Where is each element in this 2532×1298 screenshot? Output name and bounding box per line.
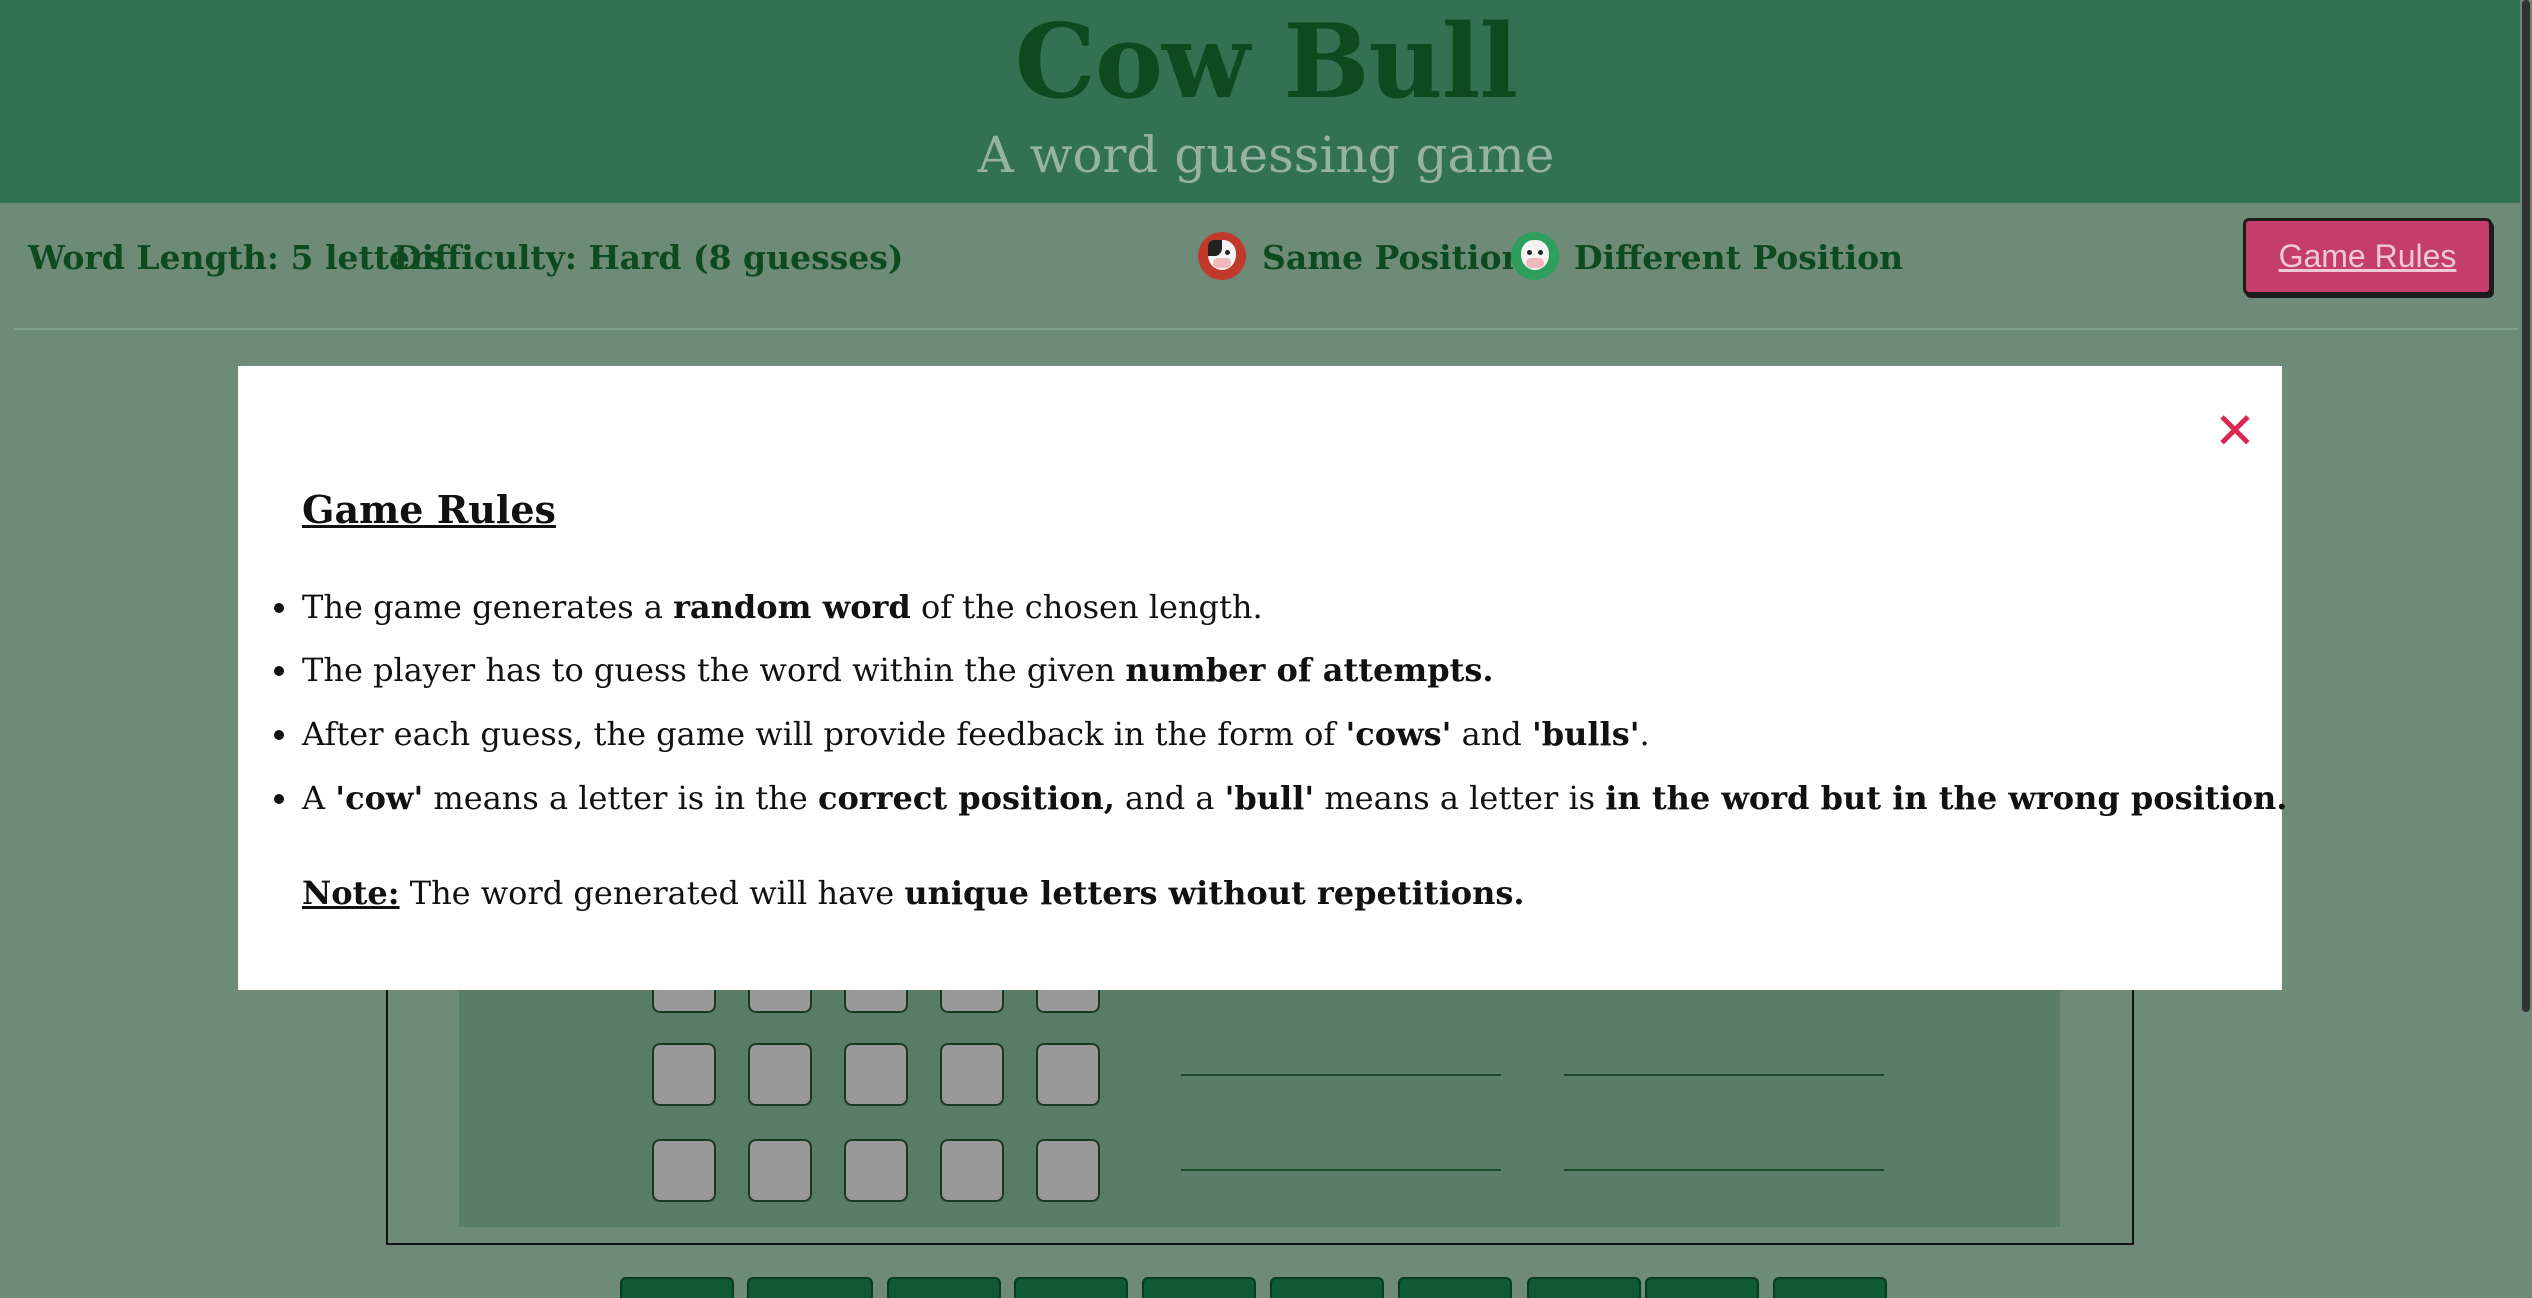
page-subtitle: A word guessing game	[977, 126, 1555, 184]
feedback-line	[1564, 1074, 1884, 1076]
divider	[14, 328, 2518, 330]
rule-item: After each guess, the game will provide …	[274, 711, 1650, 757]
word-length-label: Word Length: 5 letters	[28, 238, 446, 277]
keyboard-key[interactable]	[747, 1277, 873, 1298]
game-rules-button[interactable]: Game Rules	[2243, 218, 2492, 295]
keyboard-key[interactable]	[1014, 1277, 1128, 1298]
feedback-line	[1181, 1074, 1501, 1076]
note-label: Note:	[302, 874, 400, 912]
letter-cell[interactable]	[652, 1043, 716, 1106]
keyboard-key[interactable]	[1398, 1277, 1512, 1298]
modal-title: Game Rules	[302, 487, 556, 532]
cow-icon	[1511, 232, 1559, 280]
bull-icon	[1198, 232, 1246, 280]
keyboard-key[interactable]	[620, 1277, 734, 1298]
letter-cell[interactable]	[1036, 1043, 1100, 1106]
keyboard-key[interactable]	[1270, 1277, 1384, 1298]
keyboard-key[interactable]	[1142, 1277, 1256, 1298]
legend-different-position: Different Position	[1574, 238, 1904, 277]
keyboard-key[interactable]	[887, 1277, 1001, 1298]
letter-cell[interactable]	[1036, 1139, 1100, 1202]
feedback-line	[1564, 1169, 1884, 1171]
letter-cell[interactable]	[652, 1139, 716, 1202]
rule-item: A 'cow' means a letter is in the correct…	[273, 775, 2287, 821]
keyboard-key[interactable]	[1645, 1277, 1759, 1298]
letter-cell[interactable]	[748, 1043, 812, 1106]
header: Cow Bull A word guessing game	[0, 0, 2532, 203]
letter-cell[interactable]	[748, 1139, 812, 1202]
close-icon[interactable]: ✕	[2210, 406, 2260, 456]
letter-cell[interactable]	[940, 1043, 1004, 1106]
keyboard-key[interactable]	[1527, 1277, 1641, 1298]
rules-note: Note: The word generated will have uniqu…	[302, 874, 1525, 912]
rule-item: The game generates a random word of the …	[274, 584, 1263, 630]
feedback-line	[1181, 1169, 1501, 1171]
page-title: Cow Bull	[1014, 2, 1518, 122]
letter-cell[interactable]	[844, 1139, 908, 1202]
rule-item: The player has to guess the word within …	[274, 647, 1494, 693]
keyboard-key[interactable]	[1773, 1277, 1887, 1298]
letter-cell[interactable]	[844, 1043, 908, 1106]
scrollbar-thumb[interactable]	[2522, 0, 2530, 1012]
letter-cell[interactable]	[940, 1139, 1004, 1202]
legend-same-position: Same Position	[1262, 238, 1526, 277]
difficulty-label: Difficulty: Hard (8 guesses)	[393, 238, 904, 277]
